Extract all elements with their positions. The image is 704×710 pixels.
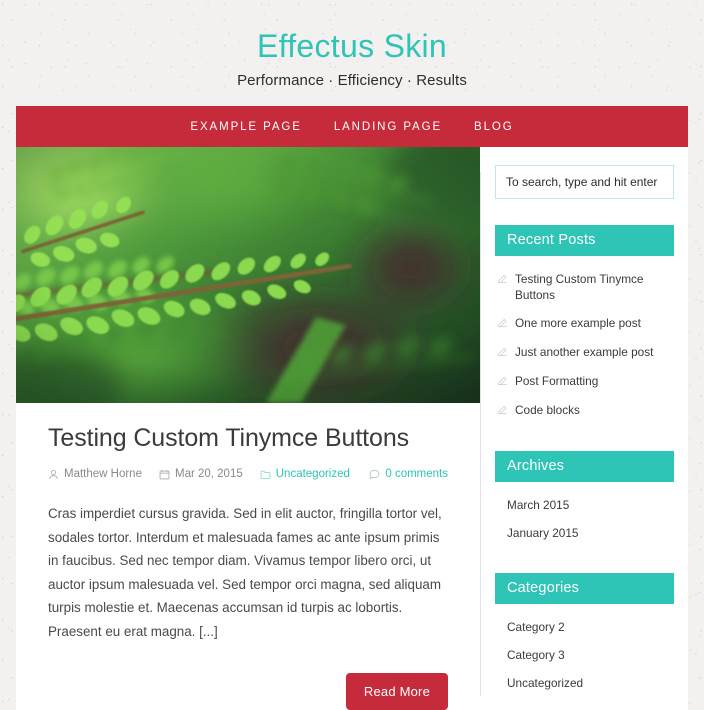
- list-item-label: January 2015: [507, 526, 579, 540]
- pencil-icon: [497, 345, 508, 361]
- pencil-icon: [497, 272, 508, 288]
- list-item-label: Just another example post: [515, 345, 654, 359]
- meta-category[interactable]: Uncategorized: [260, 468, 350, 480]
- nav-list: Example Page Landing Page Blog: [174, 121, 529, 133]
- nav-item-blog[interactable]: Blog: [458, 121, 530, 133]
- read-more-wrap: Read More: [16, 673, 480, 710]
- list-item[interactable]: Just another example post: [497, 338, 672, 367]
- nav-item-landing-page[interactable]: Landing Page: [318, 121, 458, 133]
- meta-author-label: Matthew Horne: [64, 468, 142, 480]
- post-meta: Matthew Horne Mar 20, 2015 Uncategorized…: [48, 468, 448, 480]
- list-item[interactable]: Code blocks: [497, 396, 672, 425]
- list-item-label: Post Formatting: [515, 374, 599, 388]
- main-container: Testing Custom Tinymce Buttons Matthew H…: [16, 147, 688, 710]
- list-item-label: March 2015: [507, 498, 570, 512]
- post-body: Testing Custom Tinymce Buttons Matthew H…: [16, 403, 480, 643]
- widget-categories: Categories Category 2 Category 3 Uncateg…: [495, 573, 674, 697]
- recent-posts-list: Testing Custom Tinymce Buttons One more …: [495, 256, 674, 425]
- meta-comments-label: 0 comments: [385, 468, 448, 480]
- list-item[interactable]: Category 3: [497, 641, 672, 669]
- archives-list: March 2015 January 2015: [495, 482, 674, 547]
- list-item-label: Category 3: [507, 648, 565, 662]
- comment-bubble-icon: [369, 469, 380, 480]
- list-item[interactable]: Category 2: [497, 613, 672, 641]
- widget-archives: Archives March 2015 January 2015: [495, 451, 674, 547]
- featured-image[interactable]: [16, 147, 480, 403]
- site-tagline: Performance · Efficiency · Results: [237, 72, 467, 89]
- meta-author[interactable]: Matthew Horne: [48, 468, 142, 480]
- list-item[interactable]: One more example post: [497, 309, 672, 338]
- meta-date-label: Mar 20, 2015: [174, 468, 243, 480]
- widget-title-categories: Categories: [495, 573, 674, 604]
- primary-navigation: Example Page Landing Page Blog: [16, 106, 688, 147]
- post-title[interactable]: Testing Custom Tinymce Buttons: [48, 421, 448, 455]
- pencil-icon: [497, 316, 508, 332]
- calendar-icon: [159, 469, 170, 480]
- list-item-label: Testing Custom Tinymce Buttons: [515, 272, 644, 302]
- list-item-label: One more example post: [515, 316, 641, 330]
- list-item[interactable]: January 2015: [497, 519, 672, 547]
- widget-title-archives: Archives: [495, 451, 674, 482]
- list-item-label: Code blocks: [515, 403, 580, 417]
- meta-comments[interactable]: 0 comments: [369, 468, 448, 480]
- sidebar: Recent Posts Testing Custom Tinymce Butt…: [481, 147, 688, 710]
- widget-recent-posts: Recent Posts Testing Custom Tinymce Butt…: [495, 225, 674, 425]
- list-item-label: Uncategorized: [507, 676, 584, 690]
- site-title[interactable]: Effectus Skin: [0, 26, 704, 66]
- list-item-label: Category 2: [507, 620, 565, 634]
- post-excerpt: Cras imperdiet cursus gravida. Sed in el…: [48, 506, 442, 639]
- pencil-icon: [497, 374, 508, 390]
- meta-category-label: Uncategorized: [275, 468, 350, 480]
- list-item[interactable]: March 2015: [497, 491, 672, 519]
- list-item[interactable]: Uncategorized: [497, 669, 672, 697]
- folder-icon: [260, 469, 271, 480]
- user-icon: [48, 469, 59, 480]
- read-more-button[interactable]: Read More: [345, 673, 448, 710]
- pencil-icon: [497, 403, 508, 419]
- list-item[interactable]: Post Formatting: [497, 367, 672, 396]
- widget-title-recent-posts: Recent Posts: [495, 225, 674, 256]
- content-column: Testing Custom Tinymce Buttons Matthew H…: [16, 147, 480, 710]
- search-input[interactable]: [495, 165, 674, 199]
- meta-date: Mar 20, 2015: [159, 468, 243, 480]
- nav-item-example-page[interactable]: Example Page: [174, 121, 317, 133]
- site-header: Effectus Skin Performance · Efficiency ·…: [0, 0, 704, 89]
- categories-list: Category 2 Category 3 Uncategorized: [495, 604, 674, 697]
- page-root: Effectus Skin Performance · Efficiency ·…: [0, 0, 704, 710]
- list-item[interactable]: Testing Custom Tinymce Buttons: [497, 265, 672, 309]
